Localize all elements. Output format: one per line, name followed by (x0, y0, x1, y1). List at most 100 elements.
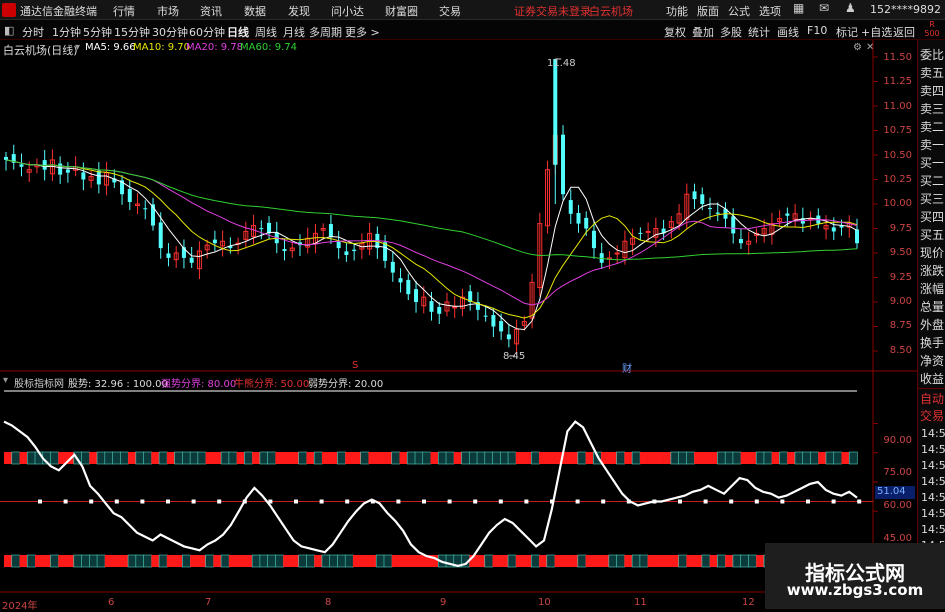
sidebar-item-sell2[interactable]: 卖二 (920, 118, 944, 135)
bull-bear-dot (140, 499, 145, 504)
auto-trade-label-1[interactable]: 自动 (920, 390, 944, 407)
add-watchlist-button[interactable]: +自选 (861, 24, 892, 40)
bull-bear-dot (447, 499, 452, 504)
sidebar-item-outer[interactable]: 外盘 (920, 316, 944, 333)
back-button[interactable]: 返回 (893, 24, 915, 40)
weak-band-segment (166, 555, 175, 567)
bull-bear-dot (575, 499, 580, 504)
sidebar-item-buy5[interactable]: 买五 (920, 226, 944, 243)
candle-body (599, 253, 604, 263)
indicator-collapse-icon[interactable]: ▾ (3, 375, 8, 386)
settings-gear-icon[interactable]: ⚙ (853, 42, 862, 53)
bull-bear-dot (857, 499, 862, 504)
price-tick: 9.75 (889, 223, 912, 234)
sidebar-item-sell5[interactable]: 卖五 (920, 64, 944, 81)
weak-band-segment (492, 555, 501, 567)
stats-button[interactable]: 统计 (748, 24, 770, 40)
sidebar-item-buy4[interactable]: 买四 (920, 208, 944, 225)
sidebar-item-change[interactable]: 涨跌 (920, 262, 944, 279)
mark-button[interactable]: 标记 (836, 24, 858, 40)
tab-period-60min[interactable]: 60分钟 (189, 24, 225, 40)
price-tick: 9.00 (889, 296, 912, 307)
sidebar-item-net-assets[interactable]: 净资 (920, 352, 944, 369)
strong-band-segment (639, 452, 648, 464)
user-icon[interactable]: ♟ (845, 1, 856, 15)
sidebar-item-volume[interactable]: 总量 (920, 298, 944, 315)
menu-item-trade[interactable]: 交易 (439, 3, 461, 19)
tab-period-multi[interactable]: 多周期 (309, 24, 342, 40)
menu-item-function[interactable]: 功能 (666, 3, 688, 19)
strong-band-segment (445, 451, 455, 465)
sidebar-item-buy1[interactable]: 买一 (920, 154, 944, 171)
tab-period-weekly[interactable]: 周线 (255, 24, 277, 40)
tab-period-more[interactable]: 更多 > (345, 24, 380, 40)
finance-event-marker[interactable]: 财 (622, 360, 632, 375)
menu-item-options[interactable]: 选项 (759, 3, 781, 19)
tab-period-1min[interactable]: 1分钟 (52, 24, 81, 40)
sidebar-item-sell1[interactable]: 卖一 (920, 136, 944, 153)
candle-body (684, 193, 690, 220)
tab-period-monthly[interactable]: 月线 (283, 24, 305, 40)
message-icon[interactable]: ✉ (819, 1, 829, 15)
tab-period-5min[interactable]: 5分钟 (83, 24, 112, 40)
weak-band-segment (383, 554, 393, 568)
tab-period-intraday[interactable]: 分时 (22, 24, 44, 40)
sidebar-item-price[interactable]: 现价 (920, 244, 944, 261)
bull-bear-dot (217, 499, 222, 504)
sidebar-item-change-pct[interactable]: 涨幅 (920, 280, 944, 297)
adjust-button[interactable]: 复权 (664, 24, 686, 40)
candle-body (4, 156, 8, 160)
tab-period-daily[interactable]: 日线 (227, 24, 249, 40)
f10-button[interactable]: F10 (807, 24, 827, 37)
indicator-name[interactable]: 股标指标网 (14, 375, 64, 390)
tab-period-30min[interactable]: 30分钟 (152, 24, 188, 40)
candle-body (437, 307, 442, 314)
ma10-value: MA10: 9.70 (133, 42, 191, 53)
grid-icon[interactable]: ▦ (793, 1, 804, 15)
candle-body (785, 213, 790, 216)
candle-body (568, 200, 573, 214)
sidebar-item-earnings[interactable]: 收益 (920, 370, 944, 387)
candle-body (761, 228, 767, 235)
menu-item-discover[interactable]: 发现 (288, 3, 310, 19)
menu-item-data[interactable]: 数据 (244, 3, 266, 19)
spike-candle-body (553, 58, 558, 165)
strong-band-segment (787, 452, 796, 464)
weak-band-segment (531, 554, 540, 568)
sidebar-item-turnover[interactable]: 换手 (920, 334, 944, 351)
menu-item-news[interactable]: 资讯 (200, 3, 222, 19)
overlay-button[interactable]: 叠加 (692, 24, 714, 40)
login-alert[interactable]: 证券交易未登录 (514, 3, 591, 19)
weak-band-segment (445, 554, 455, 568)
weak-band-segment (306, 554, 315, 568)
weak-band-segment (422, 555, 431, 567)
sidebar-item-buy2[interactable]: 买二 (920, 172, 944, 189)
kline-chart[interactable] (0, 0, 945, 609)
multi-stock-button[interactable]: 多股 (720, 24, 742, 40)
menu-item-wealth[interactable]: 财富圈 (385, 3, 418, 19)
sidebar-item-weibi[interactable]: 委比 (920, 46, 944, 63)
draw-button[interactable]: 画线 (777, 24, 799, 40)
candle-body (127, 189, 132, 203)
menu-item-layout[interactable]: 版面 (697, 3, 719, 19)
collapse-icon[interactable]: ▾ (75, 42, 80, 53)
sidebar-item-buy3[interactable]: 买三 (920, 190, 944, 207)
auto-trade-label-2[interactable]: 交易 (920, 407, 944, 424)
weak-band-segment (314, 555, 323, 567)
bull-bear-dot (831, 499, 836, 504)
strong-band-segment (174, 451, 183, 465)
menu-item-market[interactable]: 市场 (157, 3, 179, 19)
sidebar-item-sell4[interactable]: 卖四 (920, 82, 944, 99)
candle-body (220, 240, 226, 247)
pin-icon[interactable]: ◧ (4, 24, 14, 37)
strong-band-segment (236, 452, 245, 464)
level2-badge[interactable]: R 500 (922, 20, 942, 38)
user-account[interactable]: 152****9892 (870, 3, 941, 16)
sidebar-item-sell3[interactable]: 卖三 (920, 100, 944, 117)
date-label: 12 (742, 597, 755, 608)
tab-period-15min[interactable]: 15分钟 (114, 24, 150, 40)
menu-item-xiaoda[interactable]: 问小达 (331, 3, 364, 19)
menu-item-quotes[interactable]: 行情 (113, 3, 135, 19)
bull-bear-dot (268, 499, 273, 504)
menu-item-formula[interactable]: 公式 (728, 3, 750, 19)
